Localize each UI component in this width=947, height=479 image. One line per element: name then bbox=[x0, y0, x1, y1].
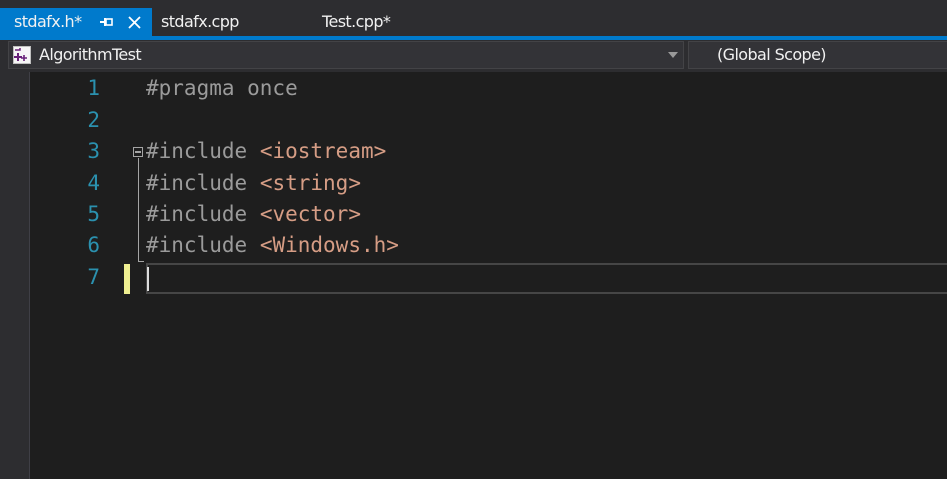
close-icon[interactable] bbox=[127, 15, 142, 30]
tab-label: Test.cpp* bbox=[322, 12, 391, 31]
line-number: 2 bbox=[87, 108, 100, 132]
tab-stdafx-h[interactable]: stdafx.h* bbox=[0, 8, 152, 36]
include-header: <vector> bbox=[259, 202, 361, 226]
include-header: <iostream> bbox=[259, 139, 387, 163]
preprocessor-directive: #pragma once bbox=[146, 76, 298, 100]
preprocessor-directive: #include bbox=[146, 139, 248, 163]
include-header: <Windows.h> bbox=[259, 233, 399, 257]
unsaved-change-marker bbox=[124, 264, 130, 294]
code-line[interactable]: #include <string> bbox=[146, 168, 361, 199]
text-caret bbox=[147, 267, 149, 291]
tab-test-cpp[interactable]: Test.cpp* bbox=[322, 8, 391, 36]
outline-collapse-icon[interactable] bbox=[133, 147, 143, 157]
tab-label: stdafx.cpp bbox=[161, 12, 239, 31]
pin-icon[interactable] bbox=[99, 16, 113, 28]
document-tab-bar: stdafx.h* stdafx.cpp Test.cpp* bbox=[0, 0, 947, 36]
line-number: 6 bbox=[87, 233, 100, 257]
line-number: 7 bbox=[87, 265, 100, 289]
project-name: AlgorithmTest bbox=[39, 45, 142, 64]
preprocessor-directive: #include bbox=[146, 202, 248, 226]
chevron-down-icon[interactable] bbox=[668, 52, 678, 58]
navigation-bar: AlgorithmTest (Global Scope) bbox=[0, 40, 947, 72]
indicator-margin[interactable] bbox=[0, 72, 30, 479]
code-line[interactable]: #include <vector> bbox=[146, 199, 361, 230]
current-line-highlight[interactable] bbox=[146, 263, 947, 294]
tab-label: stdafx.h* bbox=[14, 12, 82, 31]
line-number: 1 bbox=[87, 76, 100, 100]
tab-stdafx-cpp[interactable]: stdafx.cpp bbox=[161, 8, 239, 36]
code-line[interactable]: #pragma once bbox=[146, 73, 298, 104]
outline-guide-end bbox=[138, 261, 144, 262]
outline-guide bbox=[138, 158, 139, 262]
project-dropdown[interactable]: AlgorithmTest bbox=[8, 41, 684, 69]
project-icon bbox=[13, 46, 31, 64]
scope-dropdown[interactable]: (Global Scope) bbox=[688, 41, 947, 69]
include-header: <string> bbox=[259, 171, 361, 195]
line-number: 5 bbox=[87, 202, 100, 226]
code-line[interactable]: #include <Windows.h> bbox=[146, 230, 399, 261]
code-editor[interactable]: 1 2 3 4 5 6 7 #pragma once #include <ios… bbox=[0, 72, 947, 479]
line-number: 4 bbox=[87, 171, 100, 195]
code-line[interactable]: #include <iostream> bbox=[146, 136, 386, 167]
scope-name: (Global Scope) bbox=[717, 45, 827, 64]
line-number: 3 bbox=[87, 139, 100, 163]
preprocessor-directive: #include bbox=[146, 233, 248, 257]
preprocessor-directive: #include bbox=[146, 171, 248, 195]
